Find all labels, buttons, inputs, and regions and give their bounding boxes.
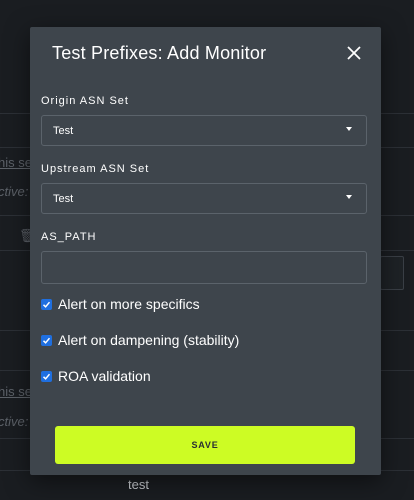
more-specifics-checkbox[interactable] bbox=[41, 298, 52, 310]
bg-status-text: ctive: bbox=[0, 414, 29, 429]
save-button[interactable]: SAVE bbox=[55, 426, 355, 464]
roa-validation-label: ROA validation bbox=[58, 368, 151, 384]
dampening-checkbox-row[interactable]: Alert on dampening (stability) bbox=[41, 331, 239, 349]
check-icon bbox=[42, 337, 51, 344]
roa-validation-checkbox-row[interactable]: ROA validation bbox=[41, 367, 151, 385]
add-monitor-dialog: Test Prefixes: Add Monitor Origin ASN Se… bbox=[30, 27, 381, 475]
upstream-asn-label: Upstream ASN Set bbox=[41, 163, 150, 175]
bg-input bbox=[380, 256, 404, 290]
bg-table-cell: test bbox=[128, 477, 149, 492]
as-path-label: AS_PATH bbox=[41, 231, 97, 243]
upstream-asn-value: Test bbox=[53, 193, 74, 205]
dampening-label: Alert on dampening (stability) bbox=[58, 332, 240, 348]
more-specifics-label: Alert on more specifics bbox=[58, 296, 200, 312]
close-icon bbox=[347, 46, 361, 60]
dialog-title: Test Prefixes: Add Monitor bbox=[52, 43, 267, 63]
close-button[interactable] bbox=[345, 44, 363, 62]
as-path-input[interactable] bbox=[41, 251, 367, 284]
origin-asn-value: Test bbox=[53, 125, 74, 137]
check-icon bbox=[42, 301, 51, 308]
more-specifics-checkbox-row[interactable]: Alert on more specifics bbox=[41, 295, 200, 313]
upstream-asn-select[interactable]: Test bbox=[41, 183, 367, 214]
bg-status-text: ctive: bbox=[0, 184, 29, 199]
roa-validation-checkbox[interactable] bbox=[41, 370, 52, 382]
origin-asn-label: Origin ASN Set bbox=[41, 95, 129, 107]
check-icon bbox=[42, 373, 51, 380]
dampening-checkbox[interactable] bbox=[41, 334, 52, 346]
origin-asn-select[interactable]: Test bbox=[41, 115, 367, 146]
chevron-down-icon bbox=[346, 127, 352, 131]
chevron-down-icon bbox=[346, 195, 352, 199]
